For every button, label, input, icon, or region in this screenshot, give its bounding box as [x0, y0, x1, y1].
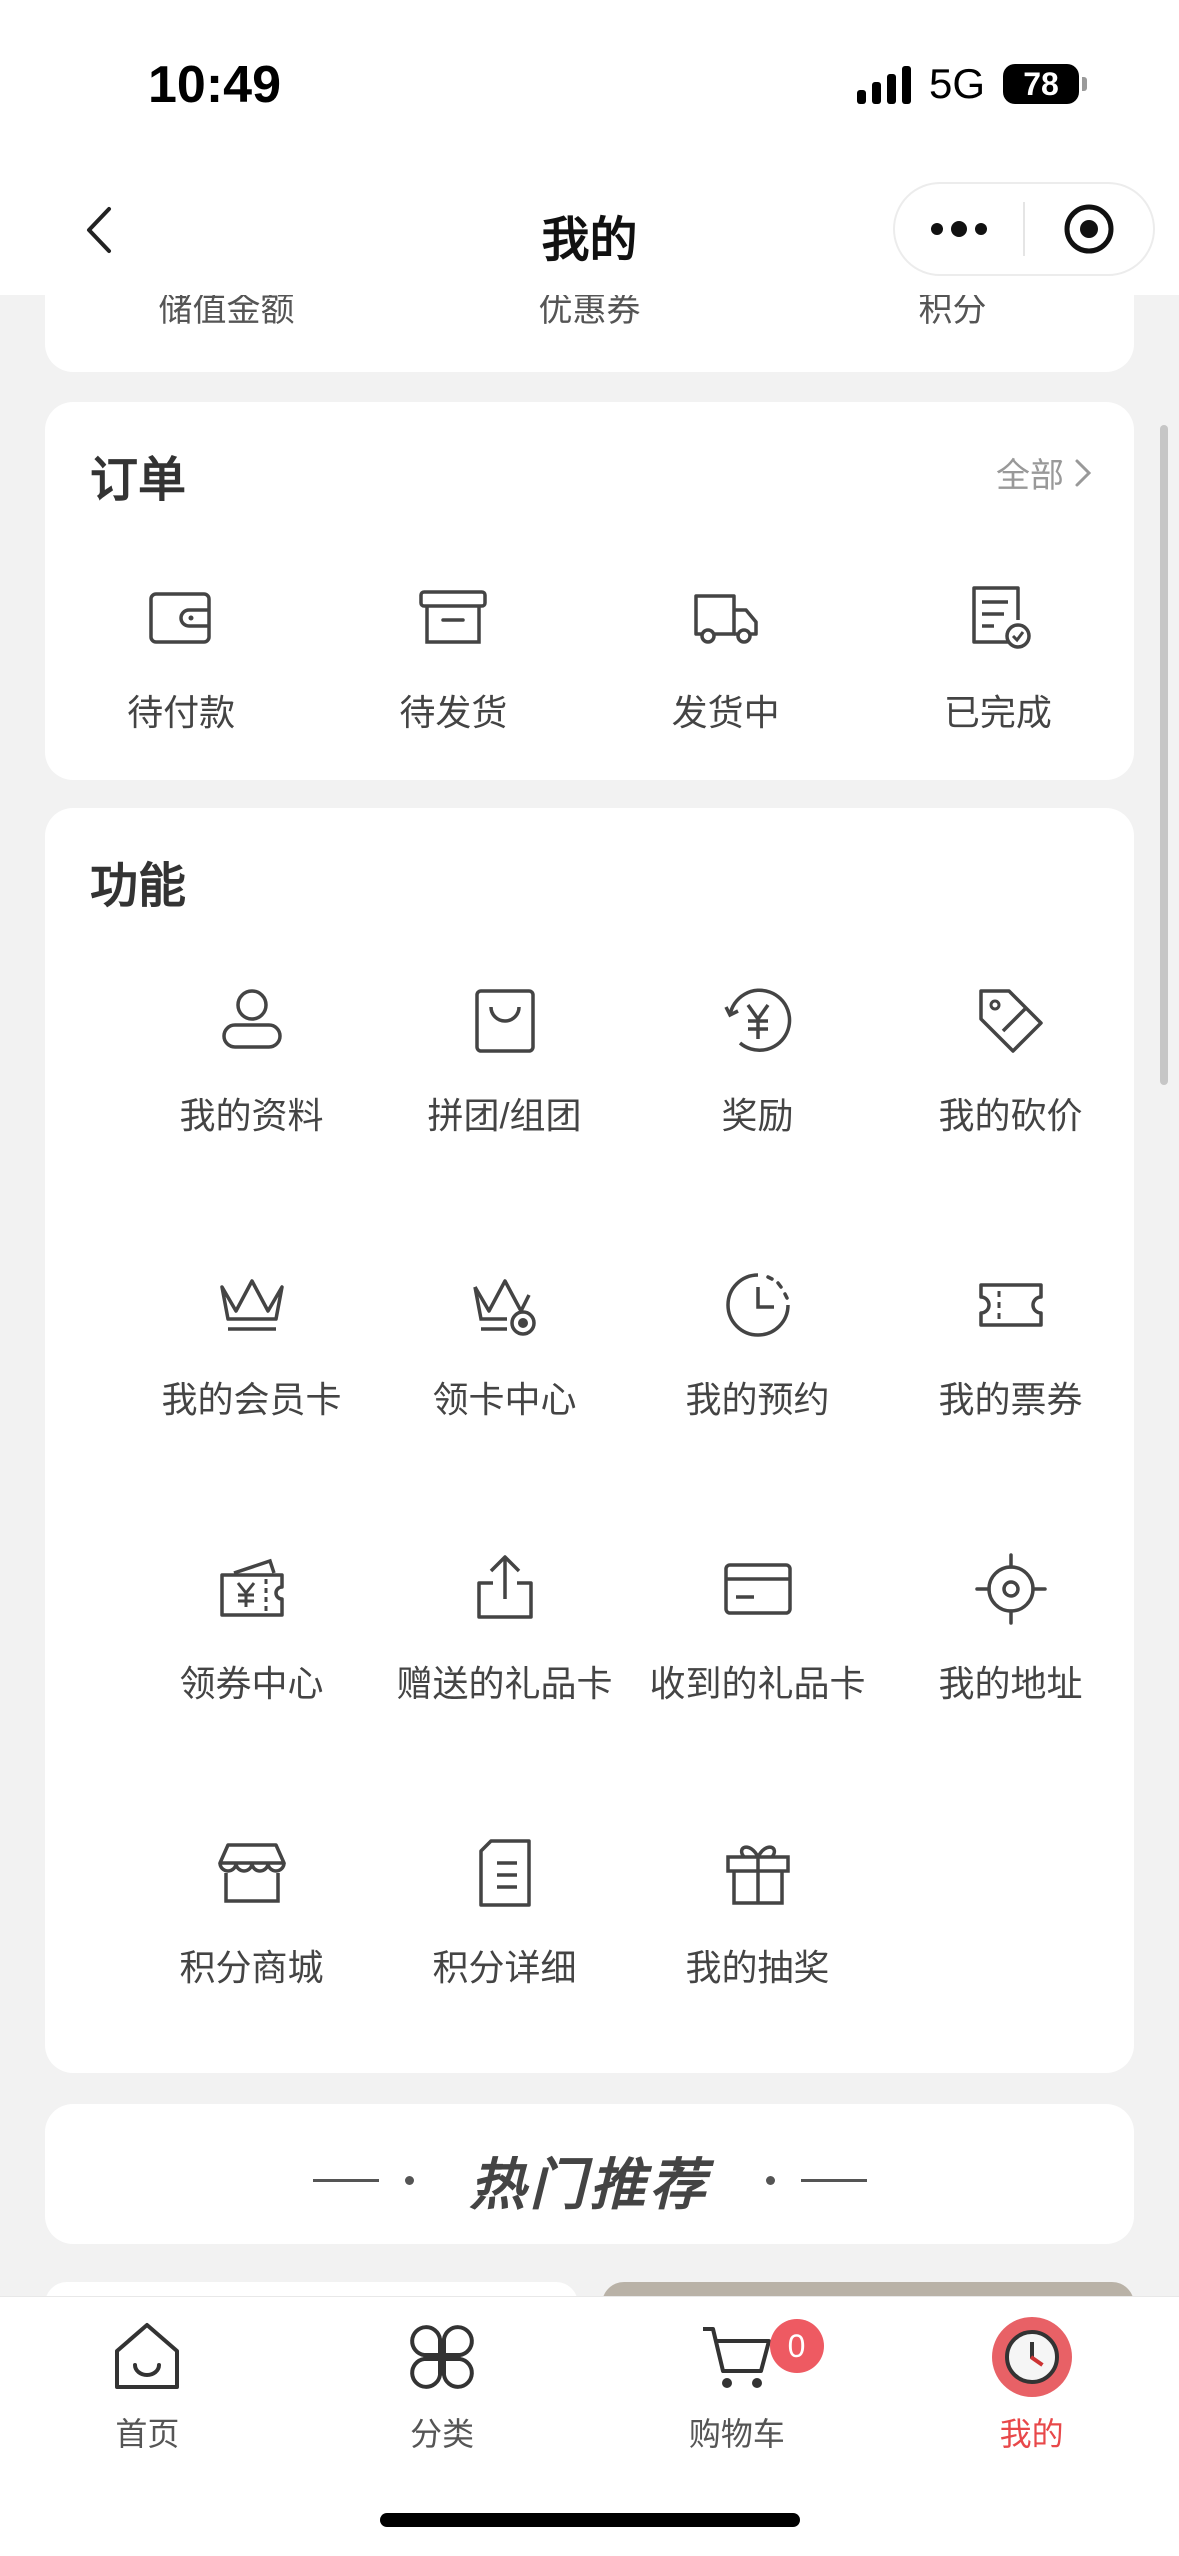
- location-target-icon: [974, 1553, 1047, 1625]
- function-label: 我的会员卡: [161, 1379, 342, 1420]
- received-gift-card-entry[interactable]: 收到的礼品卡: [631, 1551, 884, 1707]
- tab-label: 分类: [410, 2416, 475, 2452]
- function-label: 领券中心: [179, 1663, 324, 1704]
- target-close-icon: [1064, 204, 1114, 254]
- function-label: 我的抽奖: [685, 1947, 830, 1988]
- card-center-entry[interactable]: 领卡中心: [378, 1267, 631, 1423]
- function-label: 我的砍价: [938, 1095, 1083, 1136]
- decor-dot: [765, 2176, 775, 2185]
- order-label: 发货中: [671, 692, 780, 733]
- crown-icon: [219, 1279, 284, 1331]
- function-label: 我的资料: [179, 1095, 324, 1136]
- cart-icon: [702, 2327, 771, 2388]
- function-label: 收到的礼品卡: [649, 1663, 866, 1704]
- function-label: 我的地址: [938, 1663, 1083, 1704]
- order-label: 已完成: [943, 692, 1052, 733]
- ticket-icon: [978, 1283, 1043, 1327]
- function-label: 我的票券: [938, 1379, 1083, 1420]
- hot-recommendation-header: 热门推荐: [45, 2104, 1134, 2244]
- order-pending-shipment[interactable]: 待发货: [317, 580, 589, 736]
- all-orders-link[interactable]: 全部: [996, 448, 1092, 497]
- avatar-icon: [991, 2317, 1072, 2397]
- shopping-bag-icon: [474, 989, 535, 1053]
- status-time: 10:49: [148, 56, 281, 114]
- tab-home[interactable]: 首页: [0, 2297, 295, 2467]
- order-shipping[interactable]: 发货中: [590, 580, 862, 736]
- yen-reward-icon: [723, 988, 791, 1052]
- orders-card: 订单 全部 待付款 待发货 发货中 已完成: [45, 402, 1134, 780]
- clock-icon: [725, 1273, 790, 1337]
- order-completed[interactable]: 已完成: [862, 580, 1134, 736]
- order-label: 待发货: [399, 692, 508, 733]
- group-buy-entry[interactable]: 拼团/组团: [378, 983, 631, 1139]
- order-label: 待付款: [127, 692, 236, 733]
- nav-bar: 我的: [0, 170, 1179, 295]
- tab-label: 购物车: [688, 2416, 785, 2452]
- sent-gift-card-entry[interactable]: 赠送的礼品卡: [378, 1551, 631, 1707]
- tab-label: 首页: [115, 2416, 180, 2452]
- decor-line: [800, 2179, 867, 2182]
- points-detail-entry[interactable]: 积分详细: [378, 1835, 631, 1991]
- function-label: 奖励: [721, 1095, 794, 1136]
- tab-cart[interactable]: 购物车 0: [590, 2297, 885, 2467]
- crown-badge-icon: [472, 1279, 536, 1336]
- function-label: 赠送的礼品卡: [396, 1663, 613, 1704]
- close-program-button[interactable]: [1025, 184, 1153, 274]
- appointment-entry[interactable]: 我的预约: [631, 1267, 884, 1423]
- function-label: 我的预约: [685, 1379, 830, 1420]
- my-profile-entry[interactable]: 我的资料: [125, 983, 378, 1139]
- price-tag-icon: [978, 989, 1043, 1053]
- chevron-right-icon: [1075, 459, 1092, 486]
- network-label: 5G: [928, 60, 985, 107]
- tab-mine[interactable]: 我的: [884, 2297, 1179, 2467]
- gift-icon: [725, 1845, 790, 1905]
- more-button[interactable]: [895, 184, 1023, 274]
- tab-label: 我的: [999, 2416, 1064, 2452]
- status-bar: 10:49 5G 78: [0, 0, 1179, 170]
- scrollbar[interactable]: [1160, 425, 1168, 1085]
- mini-program-capsule: [893, 182, 1155, 276]
- truck-icon: [693, 594, 758, 644]
- lottery-entry[interactable]: 我的抽奖: [631, 1835, 884, 1991]
- checked-doc-icon: [972, 586, 1031, 649]
- store-icon: [217, 1843, 286, 1903]
- functions-card: 功能 我的资料 拼团/组团 奖励 我的砍价 我的会员卡 领卡中心 我的预约 我的…: [45, 808, 1134, 2073]
- functions-title: 功能: [90, 860, 187, 913]
- box-icon: [419, 590, 488, 644]
- category-icon: [410, 2325, 474, 2389]
- document-icon: [478, 1839, 531, 1907]
- wallet-icon: [149, 592, 211, 644]
- tickets-entry[interactable]: 我的票券: [884, 1267, 1137, 1423]
- cart-count-badge: 0: [769, 2319, 824, 2373]
- function-label: 领卡中心: [432, 1379, 577, 1420]
- rewards-entry[interactable]: 奖励: [631, 983, 884, 1139]
- decor-dot: [404, 2176, 414, 2185]
- status-indicators: 5G 78: [856, 60, 1087, 108]
- more-dots-icon: [931, 221, 987, 237]
- home-icon: [115, 2323, 180, 2389]
- card-icon: [723, 1563, 792, 1615]
- all-orders-label: 全部: [996, 457, 1064, 495]
- tab-bar: 首页 分类 购物车 0 我的: [0, 2296, 1179, 2556]
- coupon-center-entry[interactable]: 领券中心: [125, 1551, 378, 1707]
- function-label: 拼团/组团: [427, 1095, 582, 1136]
- order-pending-payment[interactable]: 待付款: [45, 580, 317, 736]
- share-icon: [476, 1555, 533, 1619]
- coupon-icon: [219, 1558, 284, 1617]
- battery-icon: 78: [1003, 64, 1087, 104]
- member-card-entry[interactable]: 我的会员卡: [125, 1267, 378, 1423]
- tab-category[interactable]: 分类: [295, 2297, 590, 2467]
- signal-icon: [856, 64, 911, 104]
- orders-title: 订单: [90, 454, 187, 507]
- address-entry[interactable]: 我的地址: [884, 1551, 1137, 1707]
- profile-icon: [221, 989, 282, 1049]
- function-label: 积分商城: [179, 1947, 324, 1988]
- home-indicator[interactable]: [380, 2513, 800, 2527]
- function-label: 积分详细: [432, 1947, 577, 1988]
- points-mall-entry[interactable]: 积分商城: [125, 1835, 378, 1991]
- decor-line: [312, 2179, 379, 2182]
- bargain-entry[interactable]: 我的砍价: [884, 983, 1137, 1139]
- hot-title: 热门推荐: [469, 2153, 710, 2216]
